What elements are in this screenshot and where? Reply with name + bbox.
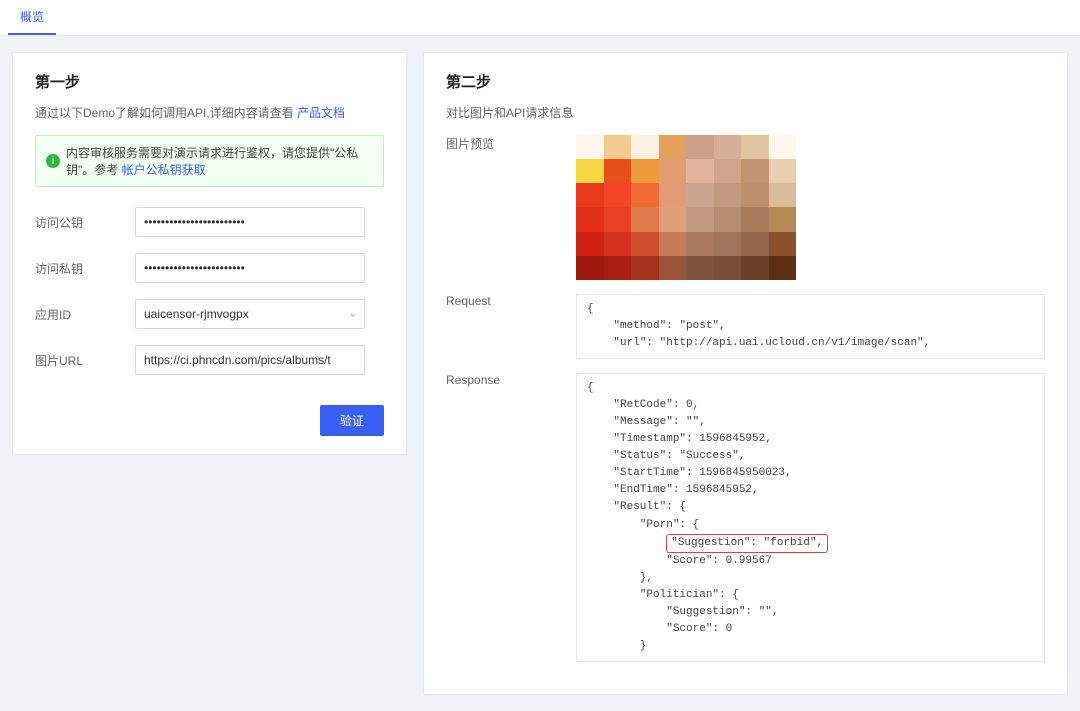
- keys-help-link[interactable]: 帐户公私钥获取: [122, 163, 206, 177]
- request-code-block: { "method": "post", "url": "http://api.u…: [576, 294, 1045, 359]
- public-key-label: 访问公钥: [35, 214, 135, 231]
- step2-subtitle: 对比图片和API请求信息: [446, 104, 1045, 121]
- tab-overview[interactable]: 概览: [8, 0, 56, 35]
- image-url-label: 图片URL: [35, 352, 135, 369]
- step1-subtitle-text: 通过以下Demo了解如何调用API,详细内容请查看: [35, 106, 297, 120]
- private-key-input[interactable]: [135, 253, 365, 283]
- step2-title: 第二步: [446, 71, 1045, 92]
- image-preview: [576, 135, 796, 280]
- step1-title: 第一步: [35, 71, 384, 92]
- step1-card: 第一步 通过以下Demo了解如何调用API,详细内容请查看 产品文档 i 内容审…: [12, 52, 407, 455]
- auth-alert: i 内容审核服务需要对演示请求进行鉴权，请您提供"公私钥"。参考 帐户公私钥获取: [35, 135, 384, 187]
- forbid-highlight: "Suggestion": "forbid",: [666, 534, 828, 553]
- response-code-block: { "RetCode": 0, "Message": "", "Timestam…: [576, 373, 1045, 662]
- alert-text: 内容审核服务需要对演示请求进行鉴权，请您提供"公私钥"。参考: [66, 146, 358, 177]
- image-url-input[interactable]: [135, 345, 365, 375]
- step2-card: 第二步 对比图片和API请求信息 图片预览 Request { "method"…: [423, 52, 1068, 695]
- product-docs-link[interactable]: 产品文档: [297, 106, 345, 120]
- response-label: Response: [446, 373, 576, 387]
- request-label: Request: [446, 294, 576, 308]
- public-key-input[interactable]: [135, 207, 365, 237]
- step1-subtitle: 通过以下Demo了解如何调用API,详细内容请查看 产品文档: [35, 104, 384, 121]
- private-key-label: 访问私钥: [35, 260, 135, 277]
- verify-button[interactable]: 验证: [320, 405, 384, 436]
- info-icon: i: [46, 154, 60, 168]
- app-id-select[interactable]: [135, 299, 365, 329]
- app-id-label: 应用ID: [35, 306, 135, 323]
- image-preview-label: 图片预览: [446, 135, 576, 152]
